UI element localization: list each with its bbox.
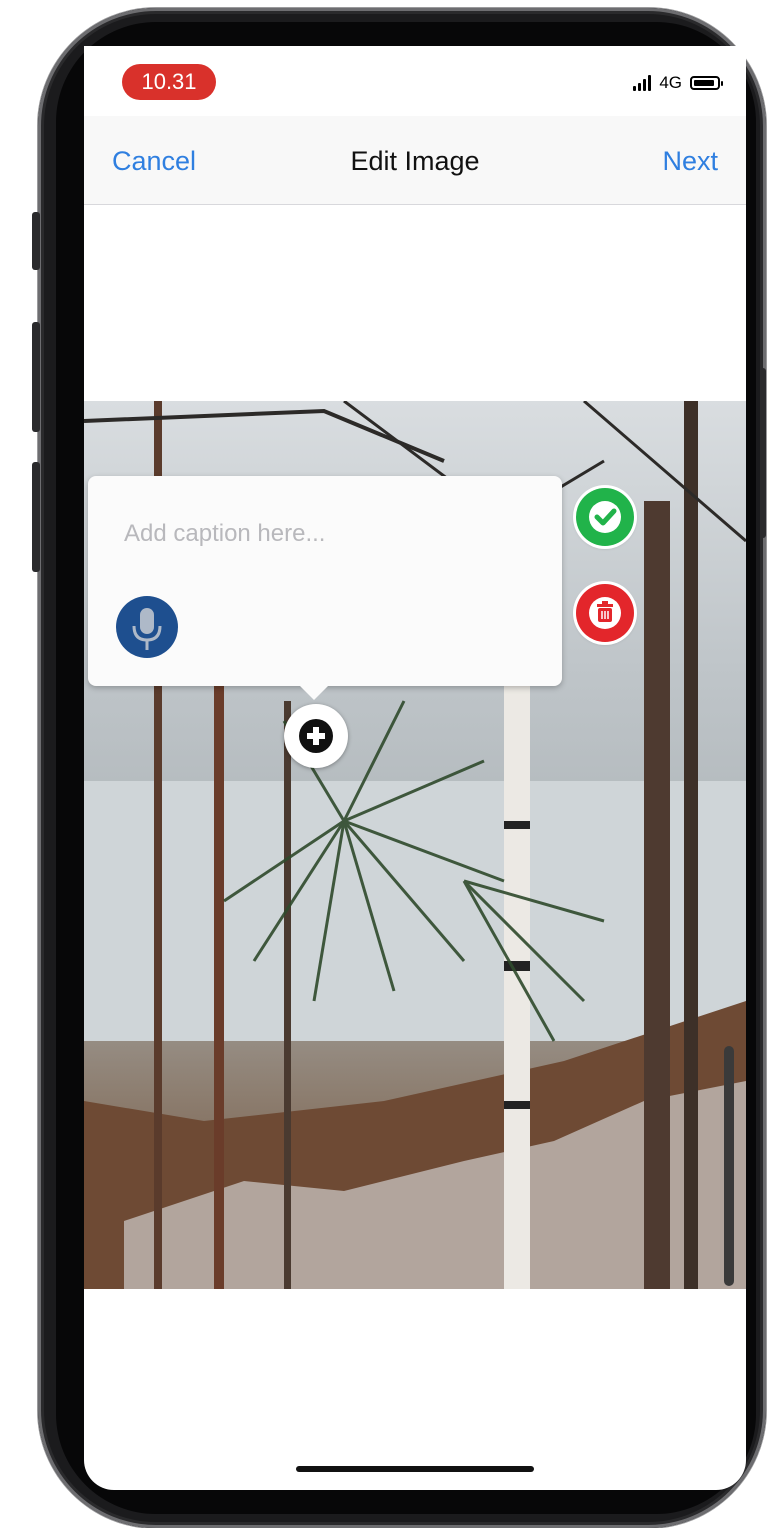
microphone-icon (132, 608, 162, 650)
network-label: 4G (659, 73, 682, 92)
status-time: 10.31 (122, 64, 216, 100)
add-tag-button[interactable] (284, 704, 348, 768)
checkmark-icon (589, 501, 621, 533)
volume-up-button (32, 322, 40, 432)
caption-popover: Add caption here... (88, 476, 562, 700)
scrollbar[interactable] (724, 1046, 734, 1286)
screen: 10.31 4G Cancel Edit Image Next Add capt… (84, 46, 746, 1490)
status-indicators: 4G (633, 72, 723, 94)
volume-down-button (32, 462, 40, 572)
microphone-button[interactable] (116, 596, 178, 658)
navigation-bar: Cancel Edit Image Next (84, 116, 746, 205)
home-indicator[interactable] (296, 1466, 534, 1472)
trash-icon (589, 597, 621, 629)
confirm-caption-button[interactable] (576, 488, 634, 546)
power-button (760, 368, 766, 538)
plus-icon (299, 719, 333, 753)
signal-icon (633, 75, 652, 91)
caption-input[interactable]: Add caption here... (124, 520, 325, 548)
battery-icon (690, 76, 723, 90)
next-button[interactable]: Next (662, 146, 718, 177)
delete-caption-button[interactable] (576, 584, 634, 642)
page-title: Edit Image (350, 146, 480, 176)
silent-switch (32, 212, 40, 270)
